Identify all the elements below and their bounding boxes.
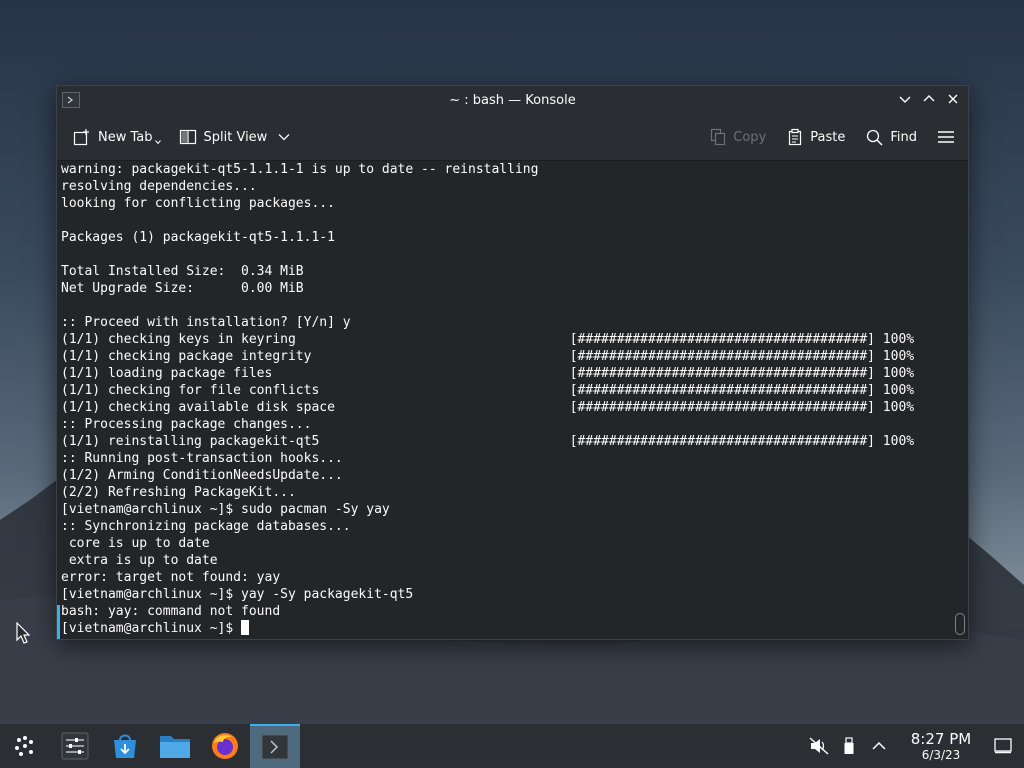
show-desktop-icon — [994, 738, 1012, 754]
chevron-down-icon — [899, 96, 911, 103]
copy-button[interactable]: Copy — [710, 128, 766, 146]
chevron-up-icon — [923, 95, 935, 102]
hamburger-menu-icon — [938, 131, 954, 143]
terminal-line: [vietnam@archlinux ~]$ — [61, 621, 242, 636]
konsole-task-button[interactable] — [250, 724, 300, 768]
clock-date: 6/3/23 — [921, 748, 961, 762]
volume-button[interactable] — [804, 724, 834, 768]
app-launcher-icon — [15, 736, 33, 756]
terminal-line: (1/1) checking available disk space [###… — [61, 400, 915, 415]
terminal-line: (1/2) Arming ConditionNeedsUpdate... — [61, 468, 343, 483]
paste-button[interactable]: Paste — [787, 128, 845, 146]
terminal-line: Total Installed Size: 0.34 MiB — [61, 264, 304, 279]
new-tab-icon — [73, 129, 89, 146]
konsole-toolbar: New Tab Split View Copy Paste Find — [57, 114, 968, 161]
firefox-icon — [212, 733, 238, 759]
hamburger-menu-button[interactable] — [938, 130, 954, 144]
close-icon — [948, 94, 958, 104]
terminal-line: (2/2) Refreshing PackageKit... — [61, 485, 296, 500]
terminal-line: :: Processing package changes... — [61, 417, 312, 432]
window-title: ~ : bash — Konsole — [449, 92, 576, 108]
terminal-line: (1/1) loading package files [###########… — [61, 366, 915, 381]
split-view-label: Split View — [203, 129, 268, 145]
split-view-button[interactable]: Split View — [179, 128, 291, 146]
maximize-button[interactable] — [922, 92, 936, 106]
system-tray: 8:27 PM 6/3/23 — [804, 724, 1024, 768]
terminal-line: (1/1) checking package integrity [######… — [61, 349, 915, 364]
konsole-icon — [261, 734, 289, 760]
new-tab-button[interactable]: New Tab — [73, 128, 161, 146]
paste-icon — [789, 128, 802, 146]
terminal-cursor — [241, 620, 250, 635]
search-icon — [867, 129, 883, 146]
chevron-down-icon — [278, 134, 290, 141]
digital-clock[interactable]: 8:27 PM 6/3/23 — [904, 730, 978, 762]
chevron-up-icon — [872, 741, 886, 750]
taskbar: 8:27 PM 6/3/23 — [0, 724, 1024, 768]
terminal-text: warning: packagekit-qt5-1.1.1-1 is up to… — [57, 161, 952, 637]
terminal-line: :: Synchronizing package databases... — [61, 519, 351, 534]
discover-store-button[interactable] — [100, 724, 150, 768]
prompt-marker — [57, 605, 60, 639]
paste-label: Paste — [810, 129, 846, 145]
find-button[interactable]: Find — [866, 129, 917, 146]
terminal-line: :: Proceed with installation? [Y/n] y — [61, 315, 351, 330]
terminal-line: core is up to date — [61, 536, 210, 551]
terminal-output[interactable]: warning: packagekit-qt5-1.1.1-1 is up to… — [57, 161, 952, 639]
clock-time: 8:27 PM — [910, 730, 972, 748]
split-view-icon — [179, 129, 196, 145]
terminal-line: Packages (1) packagekit-qt5-1.1.1-1 — [61, 230, 335, 245]
find-label: Find — [890, 129, 917, 145]
dolphin-files-icon — [160, 736, 190, 758]
konsole-window: ~ : bash — Konsole New Tab Split View Co… — [56, 85, 969, 640]
terminal-scrollbar[interactable] — [952, 161, 968, 639]
terminal-line: (1/1) checking keys in keyring [########… — [61, 332, 915, 347]
terminal-line: bash: yay: command not found — [61, 604, 281, 619]
copy-label: Copy — [733, 129, 767, 145]
device-notifier-button[interactable] — [834, 724, 864, 768]
volume-muted-icon — [809, 737, 829, 755]
window-titlebar[interactable]: ~ : bash — Konsole — [57, 86, 968, 114]
minimize-button[interactable] — [898, 92, 912, 106]
copy-icon — [711, 128, 726, 146]
new-tab-label: New Tab — [98, 129, 153, 145]
discover-store-icon — [114, 734, 136, 758]
terminal-line: warning: packagekit-qt5-1.1.1-1 is up to… — [61, 162, 539, 177]
dropdown-indicator-icon — [154, 140, 161, 145]
terminal-line: Net Upgrade Size: 0.00 MiB — [61, 281, 304, 296]
terminal-line: (1/1) reinstalling packagekit-qt5 [#####… — [61, 434, 915, 449]
tray-expand-button[interactable] — [864, 724, 894, 768]
terminal-line: (1/1) checking for file conflicts [#####… — [61, 383, 915, 398]
terminal-line: resolving dependencies... — [61, 179, 257, 194]
usb-device-icon — [844, 737, 854, 754]
scrollbar-thumb[interactable] — [955, 613, 965, 635]
terminal-line: error: target not found: yay — [61, 570, 281, 585]
mouse-pointer-icon — [16, 622, 30, 644]
system-settings-icon — [61, 732, 89, 760]
terminal-line: looking for conflicting packages... — [61, 196, 335, 211]
terminal-line: :: Running post-transaction hooks... — [61, 451, 343, 466]
terminal-line: [vietnam@archlinux ~]$ sudo pacman -Sy y… — [61, 502, 390, 517]
show-desktop-button[interactable] — [988, 724, 1018, 768]
terminal-line: extra is up to date — [61, 553, 218, 568]
app-launcher-button[interactable] — [0, 724, 50, 768]
konsole-app-icon[interactable] — [62, 92, 80, 108]
close-button[interactable] — [946, 92, 960, 106]
firefox-button[interactable] — [200, 724, 250, 768]
file-manager-button[interactable] — [150, 724, 200, 768]
terminal-line: [vietnam@archlinux ~]$ yay -Sy packageki… — [61, 587, 414, 602]
system-settings-button[interactable] — [50, 724, 100, 768]
